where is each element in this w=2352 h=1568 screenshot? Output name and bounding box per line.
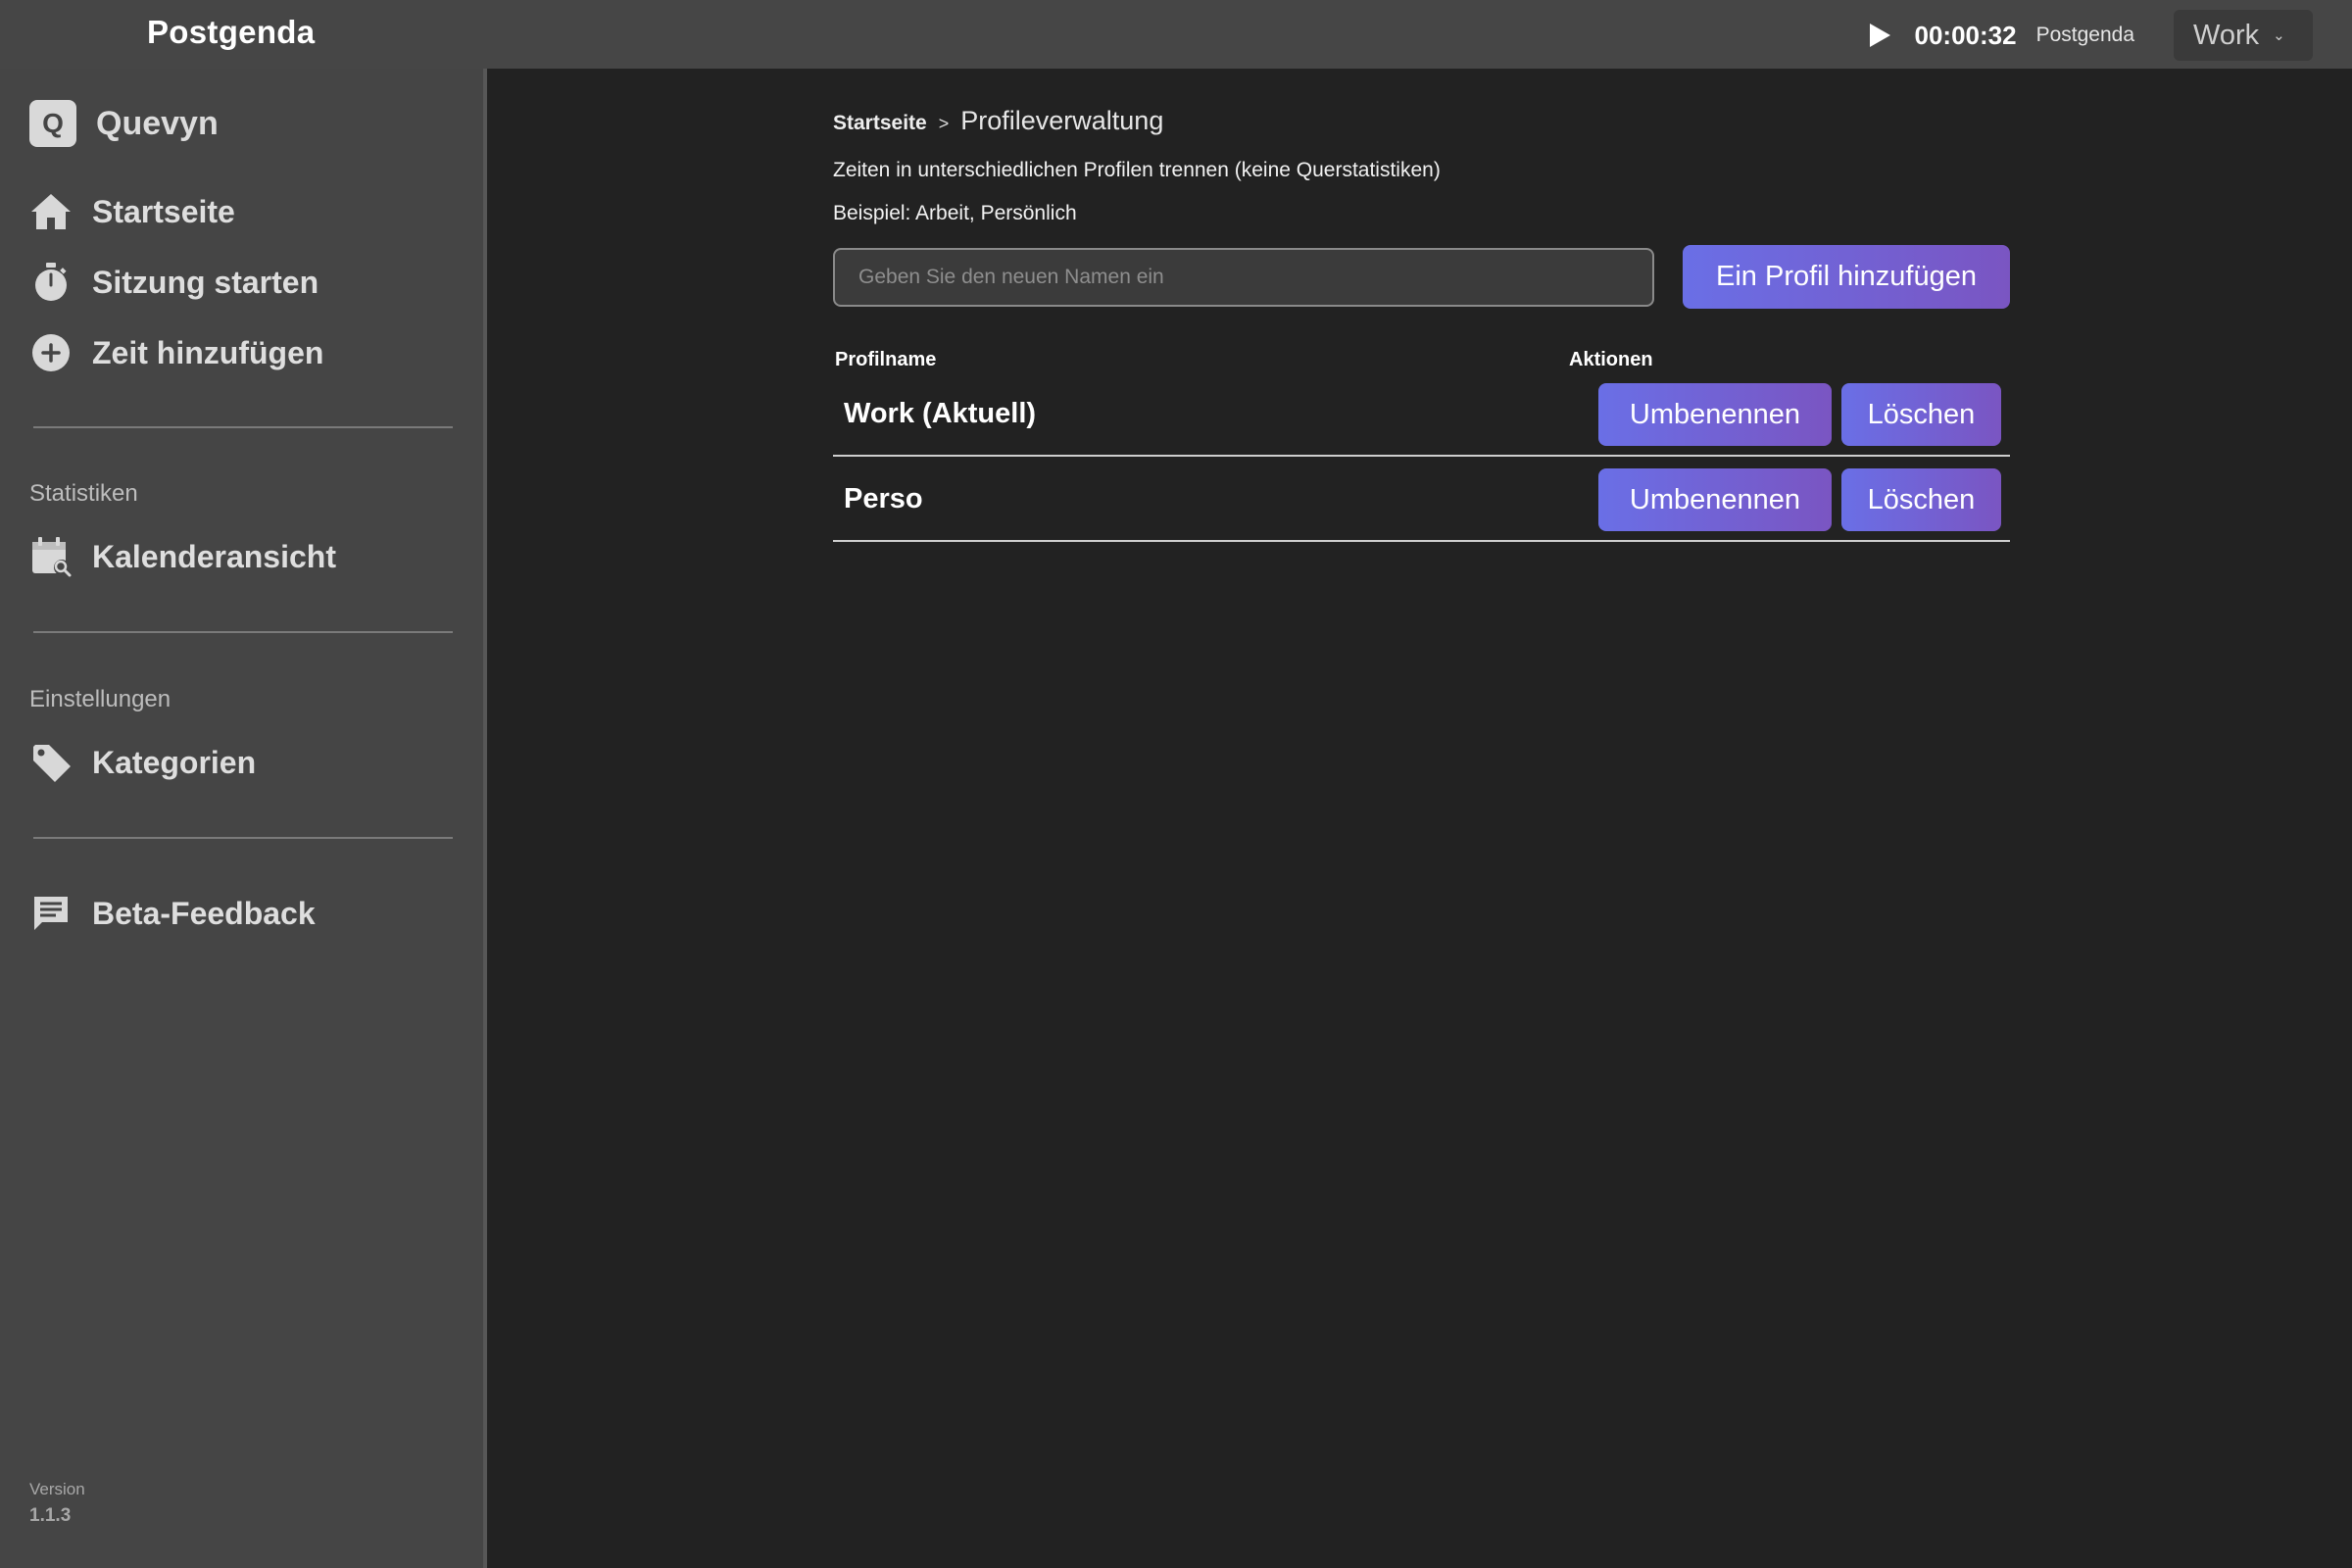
sidebar-item-kalenderansicht[interactable]: Kalenderansicht [27, 533, 336, 580]
top-bar: Postgenda 00:00:32 Postgenda Work ⌄ [0, 0, 2352, 69]
timer-project-label: Postgenda [2035, 24, 2134, 46]
feedback-icon [27, 890, 74, 937]
sidebar-item-zeit-hinzufuegen[interactable]: Zeit hinzufügen [27, 329, 323, 376]
rename-button[interactable]: Umbenennen [1598, 468, 1832, 531]
home-icon [27, 188, 74, 235]
sidebar-item-label: Kalenderansicht [92, 538, 336, 574]
plus-circle-icon [27, 329, 74, 376]
page-title: Profileverwaltung [960, 106, 1164, 135]
delete-button[interactable]: Löschen [1841, 383, 2001, 446]
sidebar-item-label: Sitzung starten [92, 264, 319, 300]
brand-name: Quevyn [96, 104, 219, 142]
sidebar-item-startseite[interactable]: Startseite [27, 188, 235, 235]
sidebar-item-label: Beta-Feedback [92, 895, 316, 931]
page-example: Beispiel: Arbeit, Persönlich [833, 202, 1077, 224]
sidebar-item-label: Zeit hinzufügen [92, 334, 324, 370]
sidebar: Q Quevyn Startseite Sitzung starten Zeit… [0, 69, 487, 1568]
sidebar-divider [33, 837, 453, 839]
play-icon[interactable] [1866, 21, 1893, 50]
chevron-down-icon: ⌄ [2273, 27, 2285, 44]
breadcrumb: Startseite > Profileverwaltung [833, 106, 1163, 136]
profile-select-value: Work [2193, 19, 2260, 51]
page-description: Zeiten in unterschiedlichen Profilen tre… [833, 159, 1441, 181]
sidebar-divider [33, 631, 453, 633]
table-row: Perso Umbenennen Löschen [833, 458, 2010, 542]
profile-name: Work (Aktuell) [844, 398, 1037, 429]
table-row: Work (Aktuell) Umbenennen Löschen [833, 372, 2010, 457]
profile-select[interactable]: Work ⌄ [2174, 10, 2313, 61]
sidebar-item-beta-feedback[interactable]: Beta-Feedback [27, 890, 316, 937]
section-label-einstellungen: Einstellungen [29, 686, 172, 712]
breadcrumb-home-link[interactable]: Startseite [833, 112, 927, 135]
column-header-profilname: Profilname [835, 349, 937, 370]
version-number: 1.1.3 [29, 1505, 72, 1526]
timer-display: 00:00:32 [1914, 20, 2017, 50]
sidebar-item-label: Startseite [92, 193, 235, 229]
breadcrumb-separator: > [938, 114, 950, 133]
sidebar-item-label: Kategorien [92, 744, 257, 780]
profile-name: Perso [844, 483, 923, 514]
sidebar-item-sitzung-starten[interactable]: Sitzung starten [27, 259, 318, 306]
section-label-statistiken: Statistiken [29, 480, 138, 507]
app-title: Postgenda [147, 14, 316, 50]
stopwatch-icon [27, 259, 74, 306]
add-profile-button[interactable]: Ein Profil hinzufügen [1683, 245, 2010, 309]
column-header-aktionen: Aktionen [1569, 349, 1653, 370]
sidebar-divider [33, 426, 453, 428]
brand[interactable]: Q Quevyn [29, 100, 219, 147]
rename-button[interactable]: Umbenennen [1598, 383, 1832, 446]
main-content: Startseite > Profileverwaltung Zeiten in… [491, 69, 2352, 1568]
brand-logo: Q [29, 100, 76, 147]
tag-icon [27, 739, 74, 786]
new-profile-name-input[interactable] [833, 248, 1654, 307]
calendar-search-icon [27, 533, 74, 580]
delete-button[interactable]: Löschen [1841, 468, 2001, 531]
timer-group: 00:00:32 Postgenda Work ⌄ [1866, 10, 2313, 61]
version-label: Version [29, 1480, 85, 1498]
sidebar-item-kategorien[interactable]: Kategorien [27, 739, 256, 786]
